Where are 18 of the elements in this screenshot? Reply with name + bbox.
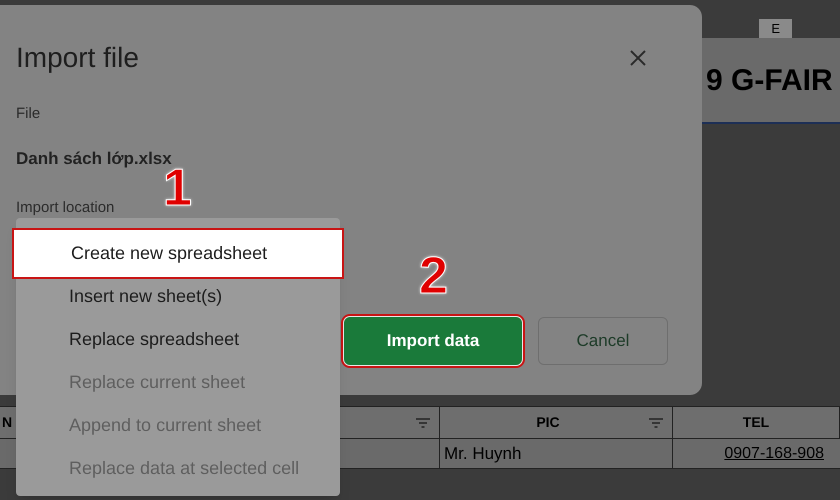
menu-item[interactable]: Replace spreadsheet — [16, 318, 340, 361]
filter-icon[interactable] — [415, 416, 431, 428]
table-cell-text: Mr. Huynh — [444, 442, 522, 465]
import-button[interactable]: Import data — [344, 316, 522, 364]
file-name: Danh sách lớp.xlsx — [16, 148, 172, 169]
column-header-cell[interactable]: PIC — [440, 407, 673, 438]
column-header[interactable]: E — [759, 18, 792, 38]
close-icon[interactable] — [630, 50, 646, 66]
table-cell-text: 0907-168-908 — [724, 444, 824, 464]
cancel-button[interactable]: Cancel — [538, 316, 668, 364]
filter-icon[interactable] — [648, 416, 664, 428]
step-number: 2 — [419, 250, 448, 302]
menu-item[interactable]: Create new spreadsheet — [12, 228, 344, 279]
file-label: File — [16, 104, 40, 124]
import-location-label: Import location — [16, 198, 114, 218]
dialog-title: Import file — [16, 41, 139, 75]
column-header-cell[interactable]: TEL — [673, 407, 840, 438]
sheet-title: 9 G-FAIR — [706, 62, 833, 98]
